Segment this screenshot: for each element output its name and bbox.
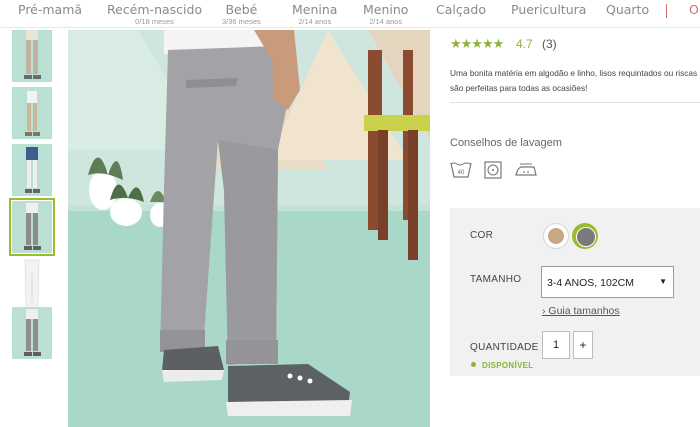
review-count[interactable]: (3) [542, 37, 557, 51]
thumbnail-1[interactable] [12, 30, 52, 82]
size-guide-link[interactable]: › Guia tamanhos [542, 305, 620, 317]
purchase-options-panel: COR TAMANHO 3-4 ANOS, 102CM ▼ › Guia tam… [450, 208, 700, 376]
nav-item-puericultura[interactable]: Puericultura [511, 0, 586, 17]
nav-item-menina[interactable]: Menina 2/14 anos [292, 0, 337, 26]
tumble-dry-icon [484, 161, 502, 179]
nav-separator [666, 4, 667, 18]
quantity-increase-button[interactable]: + [573, 331, 593, 359]
quantity-input[interactable]: 1 [542, 331, 570, 359]
wash-40-icon: 40 [450, 162, 472, 178]
top-navigation: Pré-mamã Recém-nascido 0/18 meses Bebé 3… [0, 0, 700, 28]
color-label: COR [470, 230, 494, 241]
color-swatch-beige[interactable] [543, 223, 569, 249]
quantity-label: QUANTIDADE [470, 342, 539, 353]
product-main-image[interactable] [68, 30, 430, 427]
nav-label: Quarto [606, 2, 650, 17]
nav-item-menino[interactable]: Menino 2/14 anos [363, 0, 408, 26]
nav-label: Calçado [436, 2, 486, 17]
thumbnail-3[interactable] [12, 144, 52, 196]
dropdown-arrow-icon: ▼ [659, 277, 667, 286]
iron-icon [515, 163, 537, 176]
nav-sublabel: 2/14 anos [369, 17, 403, 26]
nav-label: Puericultura [511, 2, 587, 17]
nav-label: Menina [292, 2, 338, 17]
nav-item-calcado[interactable]: Calçado [436, 0, 486, 17]
nav-item-outlet[interactable]: O [689, 0, 699, 17]
availability-dot-icon [471, 362, 476, 367]
size-select[interactable]: 3-4 ANOS, 102CM ▼ [541, 266, 674, 298]
size-label: TAMANHO [470, 274, 522, 285]
size-select-value: 3-4 ANOS, 102CM [547, 277, 634, 289]
wash-advice-title: Conselhos de lavagem [450, 137, 562, 149]
availability-status: DISPONÍVEL [482, 361, 534, 370]
thumbnail-6[interactable] [12, 307, 52, 359]
nav-label: Menino [363, 2, 409, 17]
wash-temperature: 40 [458, 170, 465, 176]
product-description: Uma bonita matéria em algodão e linho, l… [450, 66, 700, 96]
description-line-1: Uma bonita matéria em algodão e linho, l… [450, 68, 698, 78]
nav-sublabel: 0/18 meses [135, 17, 174, 26]
divider [450, 102, 700, 103]
color-swatch-grey-selected[interactable] [572, 223, 598, 249]
nav-item-quarto[interactable]: Quarto [606, 0, 649, 17]
nav-sublabel: 2/14 anos [298, 17, 332, 26]
thumbnail-4-selected[interactable] [9, 198, 55, 256]
nav-label: Bebé [225, 2, 258, 17]
description-line-2: são perfeitas para todas as ocasiões! [450, 83, 588, 93]
nav-item-pre-mama[interactable]: Pré-mamã [18, 0, 82, 17]
thumbnail-5[interactable] [12, 258, 52, 310]
nav-item-bebe[interactable]: Bebé 3/36 meses [222, 0, 261, 26]
wash-advice-icons: 40 [450, 161, 570, 181]
nav-sublabel: 3/36 meses [222, 17, 261, 26]
thumbnail-2[interactable] [12, 87, 52, 139]
nav-label: O [689, 2, 699, 17]
nav-label: Pré-mamã [18, 2, 83, 17]
nav-item-recem-nascido[interactable]: Recém-nascido 0/18 meses [107, 0, 202, 26]
nav-label: Recém-nascido [107, 2, 203, 17]
rating-stars-icon: ★★★★★ [450, 36, 504, 51]
rating-value: 4.7 [516, 37, 533, 51]
